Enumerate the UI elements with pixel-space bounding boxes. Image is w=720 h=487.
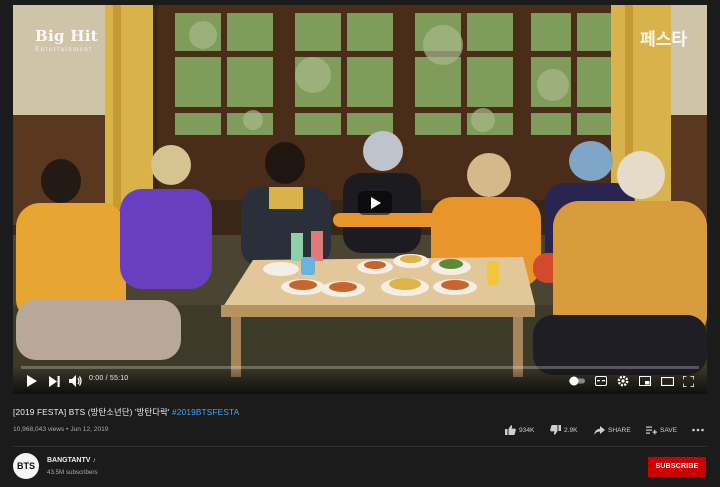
channel-name-link[interactable]: BANGTANTV bbox=[47, 457, 90, 464]
volume-button[interactable] bbox=[69, 374, 82, 388]
title-hashtag-link[interactable]: #2019BTSFESTA bbox=[172, 407, 239, 417]
share-arrow-icon bbox=[594, 425, 605, 435]
fullscreen-icon bbox=[683, 375, 694, 387]
miniplayer-icon bbox=[639, 376, 651, 386]
subtitles-button[interactable] bbox=[595, 374, 607, 388]
video-title: [2019 FESTA] BTS (방탄소년단) '방탄다락' #2019BTS… bbox=[13, 406, 239, 418]
music-note-icon: ♪ bbox=[92, 457, 96, 464]
time-display: 0:00 / 55:10 bbox=[89, 375, 129, 382]
next-button[interactable] bbox=[49, 374, 60, 388]
channel-avatar[interactable]: BTS bbox=[13, 453, 39, 479]
video-player[interactable]: Big Hit Entertainment 페스타 0:00 / 55:10 bbox=[13, 5, 707, 394]
play-button[interactable] bbox=[27, 374, 37, 388]
play-icon bbox=[27, 375, 37, 387]
view-count-date: 10,968,043 views • Jun 12, 2019 bbox=[13, 426, 109, 433]
miniplayer-button[interactable] bbox=[639, 374, 651, 388]
progress-bar[interactable] bbox=[21, 366, 699, 369]
share-button[interactable]: SHARE bbox=[594, 424, 631, 436]
section-divider bbox=[13, 446, 707, 447]
autoplay-toggle-icon bbox=[569, 376, 585, 386]
bighit-watermark-logo: Big Hit Entertainment bbox=[35, 27, 98, 53]
channel-name-row: BANGTANTV ♪ bbox=[47, 457, 96, 464]
settings-gear-icon bbox=[617, 375, 629, 387]
cursor-play-overlay bbox=[358, 191, 392, 215]
subscribe-button[interactable]: SUBSCRIBE bbox=[648, 457, 706, 477]
save-button[interactable]: SAVE bbox=[646, 424, 677, 436]
like-button[interactable]: 934K bbox=[505, 424, 534, 436]
thumbs-down-icon bbox=[550, 425, 561, 435]
theater-mode-button[interactable] bbox=[661, 374, 674, 388]
subtitles-icon bbox=[595, 376, 607, 386]
video-title-text: [2019 FESTA] BTS (방탄소년단) '방탄다락' bbox=[13, 407, 173, 417]
settings-button[interactable] bbox=[617, 374, 629, 388]
view-count: 10,968,043 views bbox=[13, 426, 65, 433]
fullscreen-button[interactable] bbox=[683, 374, 694, 388]
more-actions-button[interactable] bbox=[692, 424, 707, 436]
festa-watermark-logo: 페스타 bbox=[640, 30, 687, 49]
theater-icon bbox=[661, 376, 674, 386]
share-label: SHARE bbox=[608, 426, 631, 434]
next-icon bbox=[49, 375, 60, 387]
more-horizontal-icon bbox=[692, 428, 704, 432]
playlist-add-icon bbox=[646, 426, 657, 434]
subscriber-count: 43.5M subscribers bbox=[47, 469, 98, 476]
player-controls: 0:00 / 55:10 bbox=[13, 366, 707, 394]
dislike-count: 2.9K bbox=[564, 426, 578, 434]
thumbs-up-icon bbox=[505, 425, 516, 435]
volume-icon bbox=[69, 375, 82, 387]
dislike-button[interactable]: 2.9K bbox=[550, 424, 578, 436]
publish-date: Jun 12, 2019 bbox=[70, 426, 109, 433]
like-count: 934K bbox=[519, 426, 535, 434]
autoplay-toggle[interactable] bbox=[569, 374, 587, 388]
save-label: SAVE bbox=[660, 426, 678, 434]
